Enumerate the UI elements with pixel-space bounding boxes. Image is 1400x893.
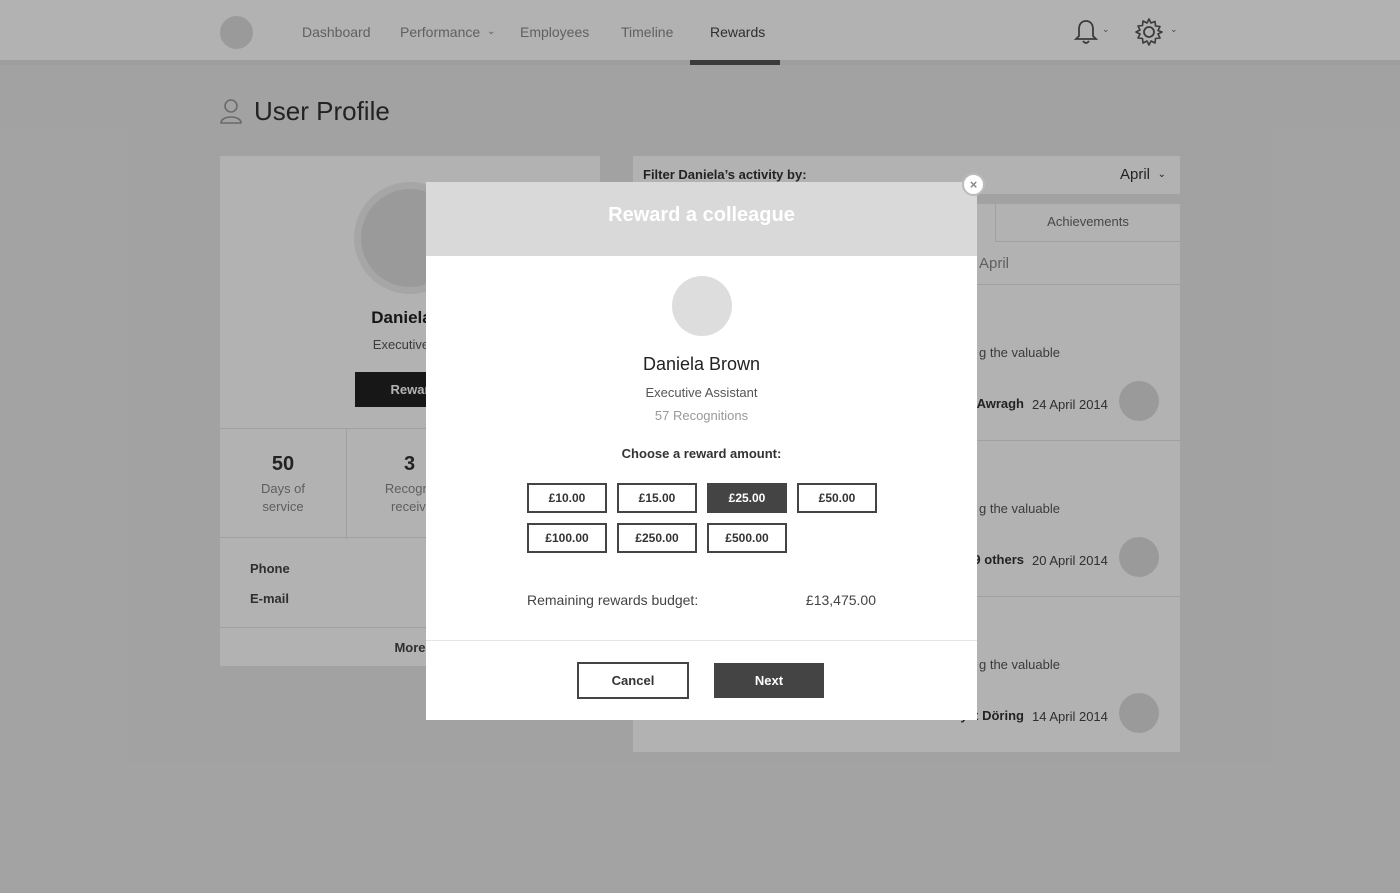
amount-button-250[interactable]: £250.00 [617,523,697,553]
amount-button-25[interactable]: £25.00 [707,483,787,513]
budget-value: £13,475.00 [805,592,876,608]
amount-button-100[interactable]: £100.00 [527,523,607,553]
divider [426,640,977,641]
amount-button-50[interactable]: £50.00 [797,483,877,513]
recipient-name: Daniela Brown [642,354,761,374]
modal-title: Reward a colleague [608,204,795,226]
next-button[interactable]: Next [714,663,824,698]
cancel-button[interactable]: Cancel [577,662,689,699]
recipient-recognitions: 57 Recognitions [654,408,749,423]
amount-button-10[interactable]: £10.00 [527,483,607,513]
amount-button-15[interactable]: £15.00 [617,483,697,513]
close-icon[interactable]: × [962,173,985,196]
recipient-role: Executive Assistant [645,385,758,400]
choose-amount-label: Choose a reward amount: [621,446,782,461]
modal-header: Reward a colleague [426,182,977,256]
amount-button-500[interactable]: £500.00 [707,523,787,553]
reward-modal: Reward a colleague Daniela Brown Executi… [426,182,977,720]
avatar [672,276,732,336]
